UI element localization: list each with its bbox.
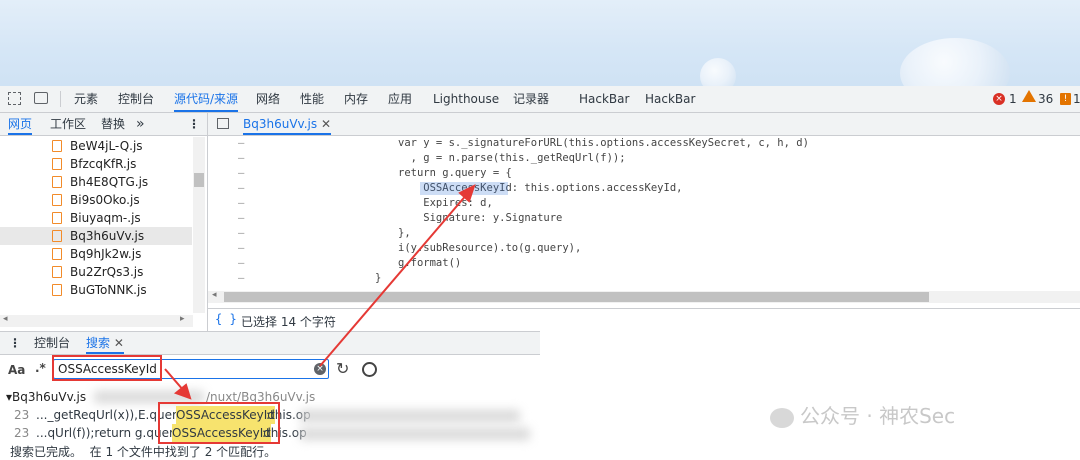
annotation-arrows	[164, 184, 476, 400]
